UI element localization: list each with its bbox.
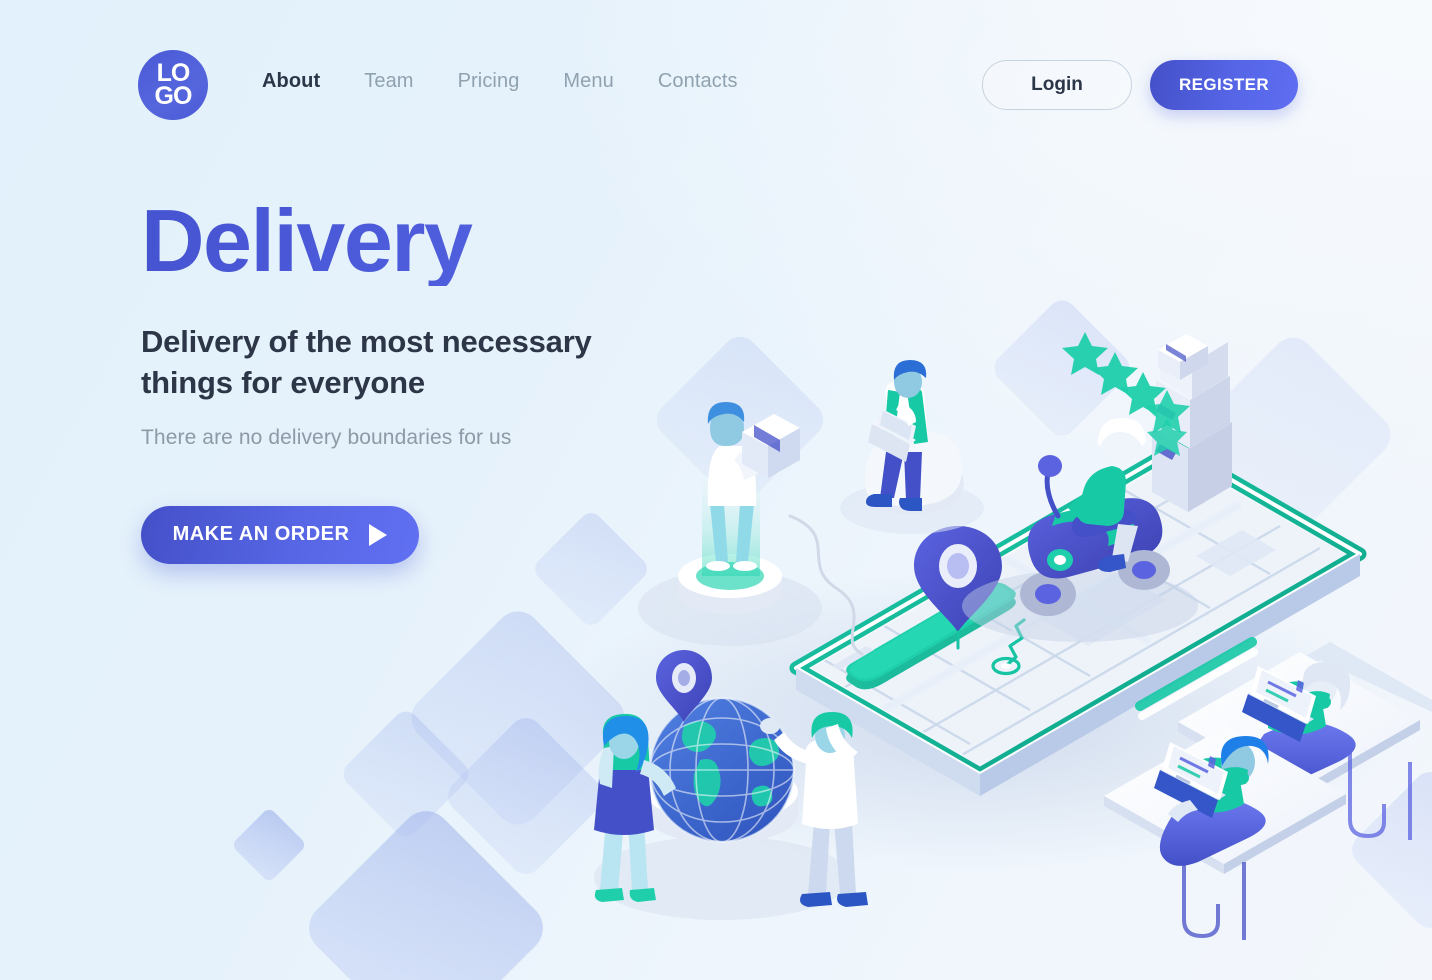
- page-title: Delivery: [141, 196, 761, 286]
- nav-item-pricing[interactable]: Pricing: [458, 70, 520, 93]
- hero-tagline: There are no delivery boundaries for us: [141, 425, 512, 449]
- man-with-laptop: [840, 360, 984, 534]
- make-an-order-button[interactable]: MAKE AN ORDER: [141, 505, 419, 564]
- nav-item-about[interactable]: About: [262, 70, 320, 93]
- play-icon: [369, 523, 388, 546]
- logo-text: LO GO: [138, 50, 208, 120]
- nav-item-menu[interactable]: Menu: [563, 70, 613, 93]
- hero-subtitle: Delivery of the most necessary things fo…: [141, 323, 592, 400]
- page-root: LO GO About Team Pricing Menu Contacts L…: [0, 0, 1432, 980]
- nav-item-team[interactable]: Team: [364, 70, 413, 93]
- login-button[interactable]: Login: [982, 60, 1132, 110]
- auth-actions: Login REGISTER: [982, 60, 1298, 110]
- nav-item-contacts[interactable]: Contacts: [658, 70, 738, 93]
- main-nav: About Team Pricing Menu Contacts: [262, 70, 782, 93]
- logo-line-2: GO: [154, 82, 193, 110]
- logo[interactable]: LO GO: [138, 50, 208, 120]
- register-button[interactable]: REGISTER: [1150, 60, 1298, 110]
- site-header: LO GO About Team Pricing Menu Contacts L…: [0, 0, 1432, 170]
- hero-section: Delivery Delivery of the most necessary …: [141, 196, 761, 564]
- make-an-order-label: MAKE AN ORDER: [172, 523, 350, 546]
